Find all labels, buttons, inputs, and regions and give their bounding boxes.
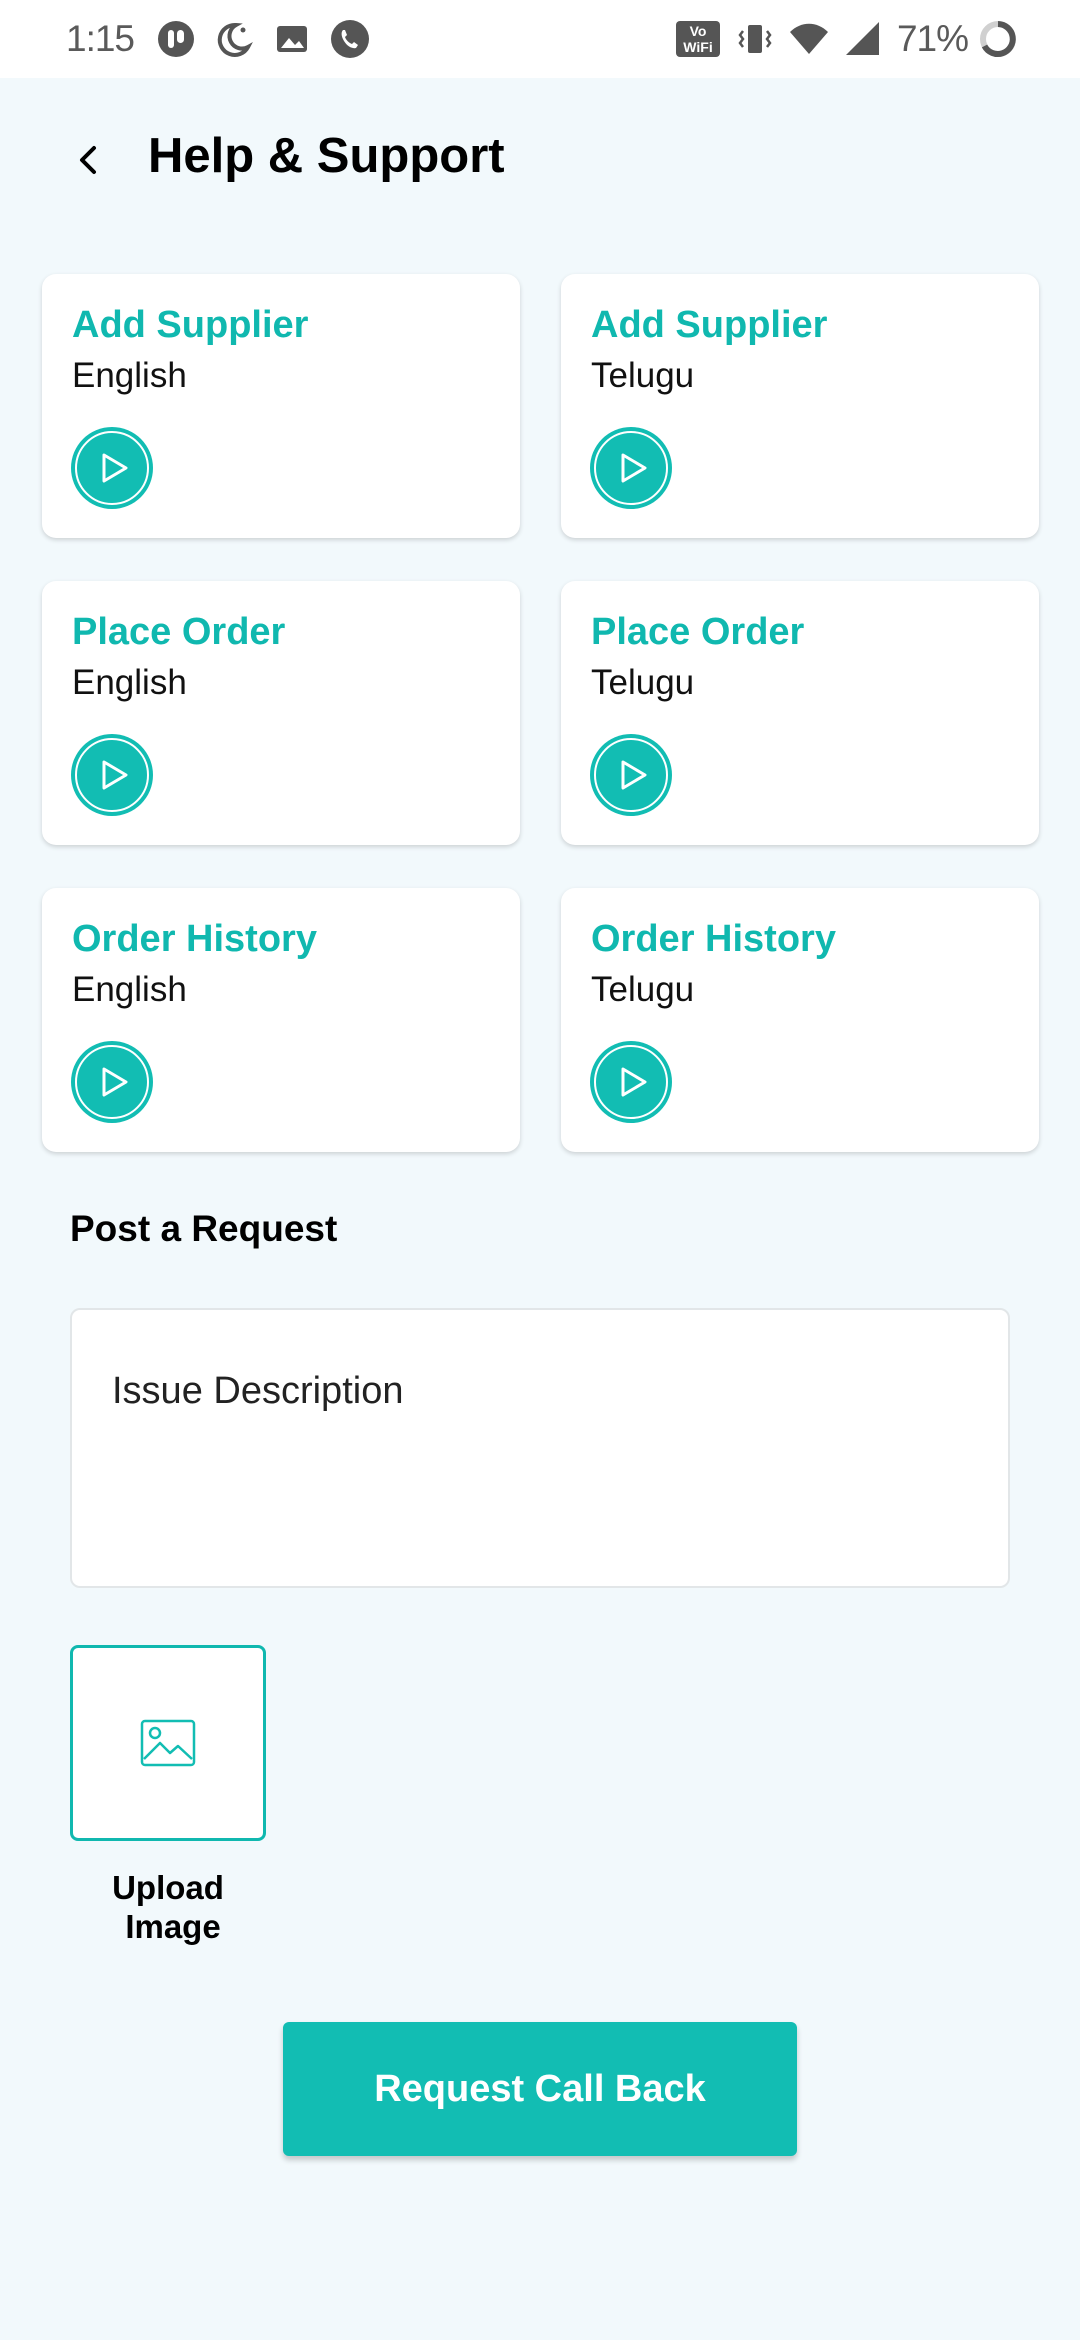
card-title: Add Supplier xyxy=(72,304,309,346)
phone-icon xyxy=(330,19,370,59)
status-bar: 1:15 Vo WiFi 71% xyxy=(0,0,1080,78)
back-arrow-icon xyxy=(80,146,96,174)
battery-percent: 71% xyxy=(896,18,969,59)
issue-description-box xyxy=(70,1308,1010,1588)
card-language: Telugu xyxy=(591,356,695,395)
signal-icon xyxy=(843,19,883,59)
play-icon xyxy=(71,734,153,816)
post-request-heading: Post a Request xyxy=(70,1208,338,1249)
play-button[interactable] xyxy=(70,733,154,817)
play-icon xyxy=(71,427,153,509)
play-button[interactable] xyxy=(70,426,154,510)
upload-label-line1: Upload xyxy=(112,1869,224,1906)
status-left: 1:15 xyxy=(66,18,388,60)
request-call-back-button[interactable]: Request Call Back xyxy=(283,2022,797,2156)
card-title: Place Order xyxy=(72,611,286,653)
tutorial-card[interactable]: Add Supplier English xyxy=(42,274,520,538)
status-time: 1:15 xyxy=(66,18,135,59)
upload-image-button[interactable] xyxy=(70,1645,266,1841)
play-icon xyxy=(71,1041,153,1123)
card-title: Order History xyxy=(72,918,317,960)
image-icon xyxy=(140,1719,196,1767)
issue-description-input[interactable] xyxy=(72,1310,1008,1586)
card-language: English xyxy=(72,663,187,702)
card-title: Add Supplier xyxy=(591,304,828,346)
battery-ring-icon xyxy=(978,19,1018,59)
play-icon xyxy=(590,1041,672,1123)
wifi-icon xyxy=(789,19,829,59)
tutorial-card[interactable]: Place Order English xyxy=(42,581,520,845)
play-button[interactable] xyxy=(589,733,673,817)
play-button[interactable] xyxy=(589,1040,673,1124)
card-title: Order History xyxy=(591,918,836,960)
vowifi-top-text: Vo xyxy=(690,23,707,39)
card-title: Place Order xyxy=(591,611,805,653)
app-icon xyxy=(156,19,196,59)
card-language: Telugu xyxy=(591,970,695,1009)
back-button[interactable] xyxy=(62,132,118,188)
card-language: Telugu xyxy=(591,663,695,702)
page-title: Help & Support xyxy=(148,129,505,183)
play-button[interactable] xyxy=(70,1040,154,1124)
vowifi-icon: Vo WiFi xyxy=(675,19,721,59)
tutorial-card[interactable]: Order History English xyxy=(42,888,520,1152)
upload-image-label: Upload Image xyxy=(70,1868,266,1946)
play-button[interactable] xyxy=(589,426,673,510)
vowifi-bottom-text: WiFi xyxy=(683,39,712,55)
tutorial-card[interactable]: Place Order Telugu xyxy=(561,581,1039,845)
play-icon xyxy=(590,427,672,509)
status-right: Vo WiFi 71% xyxy=(675,18,1018,60)
card-language: English xyxy=(72,970,187,1009)
tutorial-card[interactable]: Add Supplier Telugu xyxy=(561,274,1039,538)
card-language: English xyxy=(72,356,187,395)
image-icon xyxy=(272,19,312,59)
vibrate-icon xyxy=(735,19,775,59)
play-icon xyxy=(590,734,672,816)
page-header: Help & Support xyxy=(0,110,1080,210)
tutorial-card[interactable]: Order History Telugu xyxy=(561,888,1039,1152)
moon-icon xyxy=(214,19,254,59)
upload-label-line2: Image xyxy=(125,1908,221,1945)
